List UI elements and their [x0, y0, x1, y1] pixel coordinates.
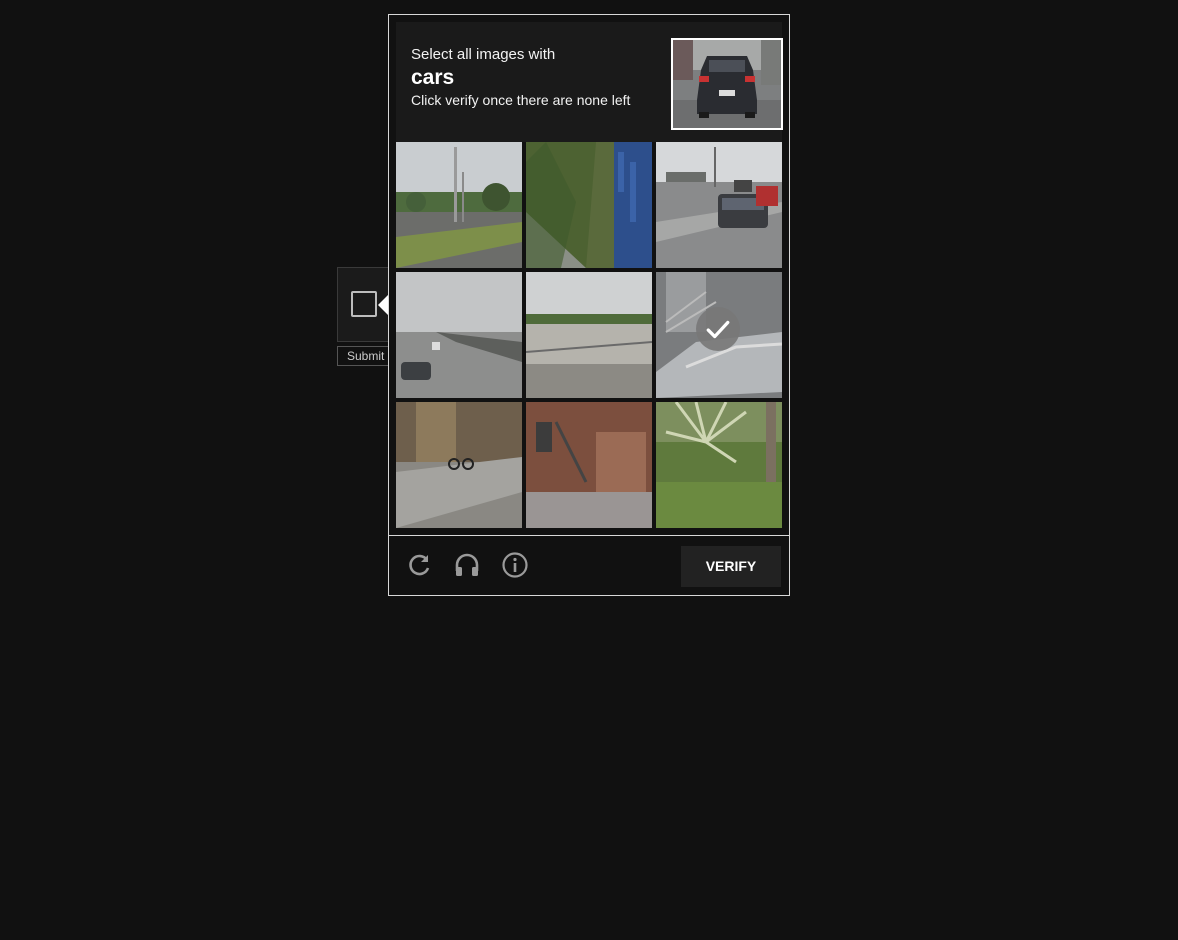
captcha-checkbox[interactable]: [351, 291, 377, 317]
challenge-footer: VERIFY: [389, 536, 789, 595]
challenge-header: Select all images with cars Click verify…: [396, 22, 783, 142]
image-tile-1[interactable]: [396, 142, 522, 268]
captcha-challenge: Select all images with cars Click verify…: [388, 14, 790, 596]
prompt-subtext: Click verify once there are none left: [411, 92, 631, 108]
image-grid: [396, 142, 782, 528]
selected-check-icon: [696, 307, 740, 351]
info-icon[interactable]: [501, 551, 529, 579]
image-tile-7[interactable]: [396, 402, 522, 528]
verify-button[interactable]: VERIFY: [681, 546, 781, 587]
image-tile-4[interactable]: [396, 272, 522, 398]
headphones-icon[interactable]: [453, 551, 481, 579]
image-tile-3[interactable]: [656, 142, 782, 268]
image-tile-5[interactable]: [526, 272, 652, 398]
image-tile-8[interactable]: [526, 402, 652, 528]
refresh-icon[interactable]: [405, 551, 433, 579]
popup-pointer-arrow: [378, 295, 388, 315]
image-tile-2[interactable]: [526, 142, 652, 268]
prompt-instruction: Select all images with: [411, 46, 556, 63]
image-tile-6[interactable]: [656, 272, 782, 398]
image-tile-9[interactable]: [656, 402, 782, 528]
example-image: [671, 38, 783, 130]
prompt-target-label: cars: [411, 66, 455, 89]
